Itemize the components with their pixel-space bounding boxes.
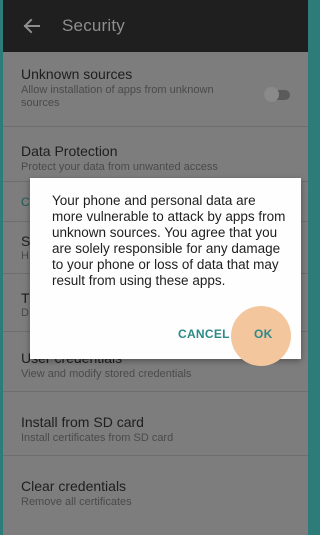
dialog-message: Your phone and personal data are more vu… — [52, 193, 286, 288]
setting-title: T — [21, 290, 30, 306]
setting-subtitle: Allow installation of apps from unknown … — [21, 84, 214, 109]
setting-title: S — [21, 233, 31, 249]
setting-title: Clear credentials — [21, 478, 127, 494]
ok-button[interactable]: OK — [254, 327, 273, 341]
cancel-button[interactable]: CANCEL — [178, 327, 230, 341]
setting-subtitle: H — [21, 250, 29, 262]
toggle-thumb — [264, 87, 279, 102]
setting-install-from-sd[interactable]: Install from SD card Install certificate… — [3, 392, 308, 456]
setting-title: Install from SD card — [21, 414, 144, 430]
app-bar: Security — [3, 0, 308, 52]
setting-subtitle: Remove all certificates — [21, 496, 132, 508]
setting-title: Unknown sources — [21, 66, 133, 82]
category-label: C — [21, 194, 30, 209]
setting-title: Data Protection — [21, 143, 118, 159]
page-title: Security — [62, 16, 126, 35]
setting-data-protection[interactable]: Data Protection Protect your data from u… — [3, 127, 308, 182]
device-frame: Security Unknown sources Allow installat… — [0, 0, 311, 535]
setting-unknown-sources[interactable]: Unknown sources Allow installation of ap… — [3, 52, 308, 127]
back-arrow-icon[interactable] — [20, 15, 42, 37]
setting-subtitle: Protect your data from unwanted access — [21, 161, 218, 173]
security-screen: Security Unknown sources Allow installat… — [3, 0, 308, 535]
setting-subtitle: View and modify stored credentials — [21, 368, 192, 380]
unknown-sources-toggle[interactable] — [264, 87, 290, 102]
setting-subtitle: Install certificates from SD card — [21, 432, 174, 444]
unknown-sources-warning-dialog: Your phone and personal data are more vu… — [30, 178, 301, 366]
setting-subtitle: D — [21, 307, 29, 319]
setting-clear-credentials[interactable]: Clear credentials Remove all certificate… — [3, 456, 308, 516]
